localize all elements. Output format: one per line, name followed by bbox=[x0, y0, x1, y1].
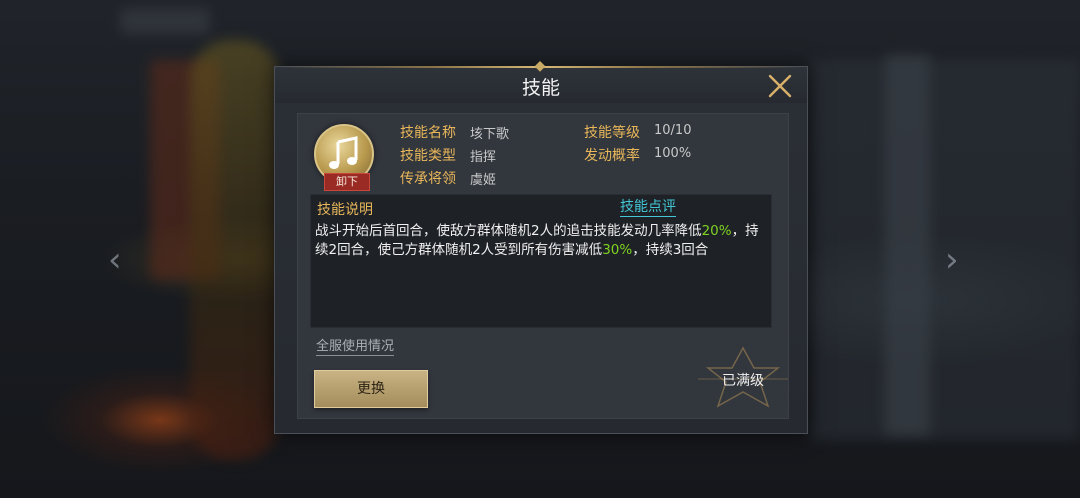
close-icon[interactable] bbox=[767, 71, 793, 99]
server-usage-link[interactable]: 全服使用情况 bbox=[316, 339, 395, 356]
inherit-general-label: 传承将领 bbox=[400, 171, 456, 187]
diamond-ornament-icon: ◆ bbox=[534, 58, 546, 74]
skill-level-value: 10/10 bbox=[654, 123, 692, 138]
maxed-badge: 已满级 bbox=[688, 344, 798, 414]
highlight-value-1: 20% bbox=[701, 223, 732, 239]
skill-panel: 卸下 技能名称 垓下歌 技能类型 指挥 传承将领 虞姬 技能等级 10/10 发… bbox=[297, 113, 789, 419]
trigger-chance-value: 100% bbox=[654, 146, 692, 161]
replace-button[interactable]: 更换 bbox=[314, 370, 428, 408]
description-part-1: 战斗开始后首回合，使敌方群体随机2人的追击技能发动几率降低 bbox=[315, 223, 702, 239]
background-hero-figure bbox=[190, 40, 280, 460]
description-title: 技能说明 bbox=[317, 202, 373, 218]
next-arrow-icon[interactable]: › bbox=[945, 240, 959, 280]
background-tab bbox=[120, 8, 210, 34]
unequip-button[interactable]: 卸下 bbox=[324, 173, 370, 191]
skill-dialog: 技能 ◆ 卸下 技能名称 垓下歌 技能类型 指挥 传承将领 虞姬 技能等级 10… bbox=[274, 59, 808, 434]
prev-arrow-icon[interactable]: ‹ bbox=[108, 240, 122, 280]
background-right-column bbox=[885, 55, 930, 435]
inherit-general-value: 虞姬 bbox=[470, 173, 497, 188]
skill-type-label: 技能类型 bbox=[400, 148, 456, 164]
skill-review-link[interactable]: 技能点评 bbox=[620, 199, 676, 217]
maxed-label: 已满级 bbox=[722, 373, 764, 389]
skill-type-value: 指挥 bbox=[470, 150, 497, 165]
description-text: 战斗开始后首回合，使敌方群体随机2人的追击技能发动几率降低20%，持续2回合，使… bbox=[315, 222, 765, 260]
skill-name-label: 技能名称 bbox=[400, 125, 456, 141]
trigger-chance-label: 发动概率 bbox=[584, 148, 640, 164]
dialog-title: 技能 bbox=[521, 77, 560, 99]
description-box: 技能说明 技能点评 战斗开始后首回合，使敌方群体随机2人的追击技能发动几率降低2… bbox=[310, 194, 772, 328]
highlight-value-2: 30% bbox=[602, 242, 633, 258]
skill-name-value: 垓下歌 bbox=[470, 127, 510, 142]
skill-level-label: 技能等级 bbox=[584, 125, 640, 141]
description-part-3: ，持续3回合 bbox=[632, 242, 709, 258]
